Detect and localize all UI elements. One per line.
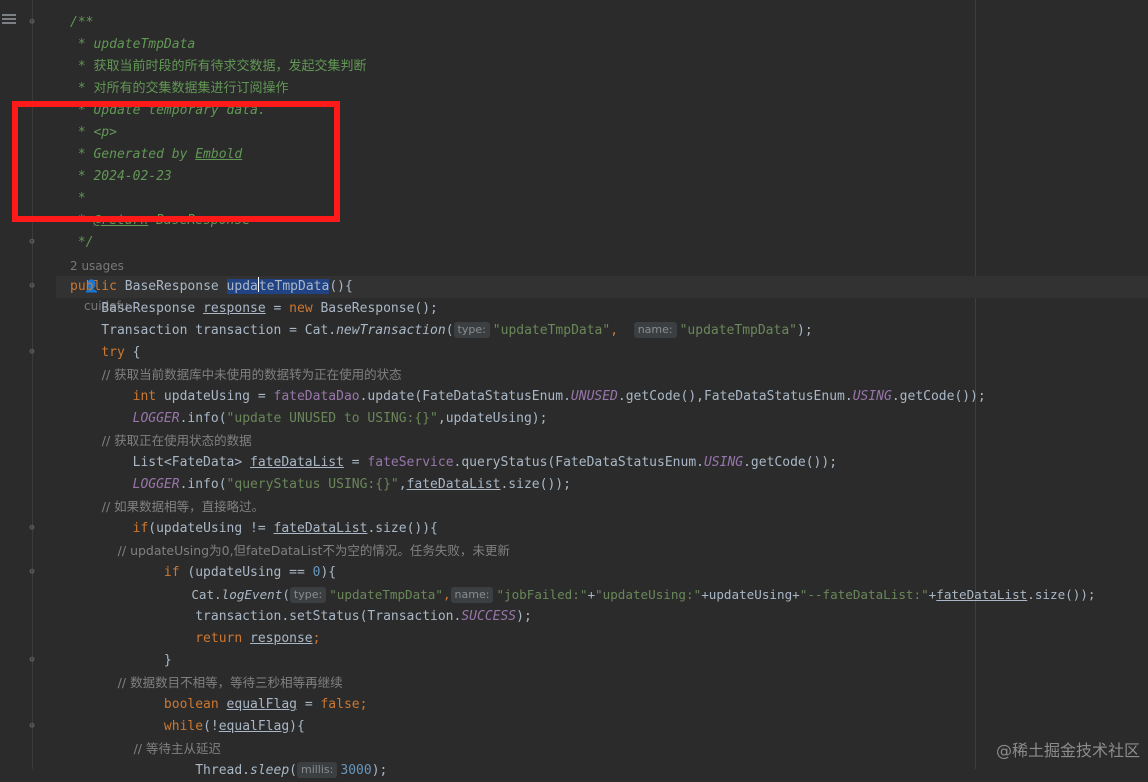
code-line: boolean equalFlag = false; xyxy=(70,697,368,712)
watermark: @稀土掘金技术社区 xyxy=(995,741,1140,760)
comment-line: // 等待主从延迟 xyxy=(70,741,221,756)
param-hint: type: xyxy=(289,587,327,603)
right-margin-guide xyxy=(975,0,976,769)
fold-icon[interactable]: ⊖ xyxy=(27,721,37,731)
param-hint: name: xyxy=(633,322,677,338)
code-line: return response; xyxy=(70,631,321,646)
fold-icon[interactable]: ⊖ xyxy=(27,347,37,357)
code-line: Transaction transaction = Cat.newTransac… xyxy=(70,322,813,338)
code-line: LOGGER.info("update UNUSED to USING:{}",… xyxy=(70,411,548,426)
annotation-highlight-box xyxy=(12,101,340,222)
comment-line: // 获取当前数据库中未使用的数据转为正在使用的状态 xyxy=(70,367,402,382)
comment-line: // 数据数目不相等，等待三秒相等再继续 xyxy=(70,675,343,690)
usage-count[interactable]: 2 usages xyxy=(70,259,124,273)
doc-line: * updateTmpData xyxy=(70,37,196,52)
code-line: Cat.logEvent(type: "updateTmpData", name: "… xyxy=(70,587,1096,603)
code-line: Thread.sleep(millis: 3000); xyxy=(70,762,388,778)
fold-icon[interactable]: ⊖ xyxy=(27,17,37,27)
usages-inlay[interactable]: 2 usages 👤 cuidefu xyxy=(70,256,128,313)
fold-icon[interactable]: ⊖ xyxy=(27,523,37,533)
doc-line: */ xyxy=(70,235,94,250)
code-line: int updateUsing = fateDataDao.update(Fat… xyxy=(70,389,986,404)
fold-icon[interactable]: ⊖ xyxy=(27,281,37,291)
comment-line: // 如果数据相等，直接略过。 xyxy=(70,499,265,514)
code-line: while(!equalFlag){ xyxy=(70,719,305,734)
comment-line: // updateUsing为0,但fateDataList不为空的情况。任务失… xyxy=(70,543,510,558)
doc-line: /** xyxy=(70,15,94,30)
fold-icon[interactable]: ⊖ xyxy=(27,567,37,577)
code-line: LOGGER.info("queryStatus USING:{}",fateD… xyxy=(70,477,571,492)
code-line: if (updateUsing == 0){ xyxy=(70,565,337,580)
code-line: } xyxy=(70,653,172,668)
comment-line: // 获取正在使用状态的数据 xyxy=(70,433,252,448)
code-line: BaseResponse response = new BaseResponse… xyxy=(70,301,438,316)
method-name-selection: updateTmpData xyxy=(226,277,330,294)
code-line: List<FateData> fateDataList = fateServic… xyxy=(70,455,838,470)
code-line: if(updateUsing != fateDataList.size()){ xyxy=(70,521,438,536)
param-hint: type: xyxy=(453,322,490,338)
param-hint: name: xyxy=(450,587,494,603)
doc-line: * 对所有的交集数据集进行订阅操作 xyxy=(70,81,289,96)
structure-menu-icon[interactable] xyxy=(2,14,16,26)
method-signature: public BaseResponse updateTmpData(){ xyxy=(70,277,353,294)
doc-line: * 获取当前时段的所有待求交数据，发起交集判断 xyxy=(70,59,367,74)
code-line: try { xyxy=(70,345,141,360)
code-line: transaction.setStatus(Transaction.SUCCES… xyxy=(70,609,532,624)
param-hint: millis: xyxy=(296,762,338,778)
fold-icon[interactable]: ⊖ xyxy=(27,655,37,665)
fold-icon[interactable]: ⊖ xyxy=(27,237,37,247)
